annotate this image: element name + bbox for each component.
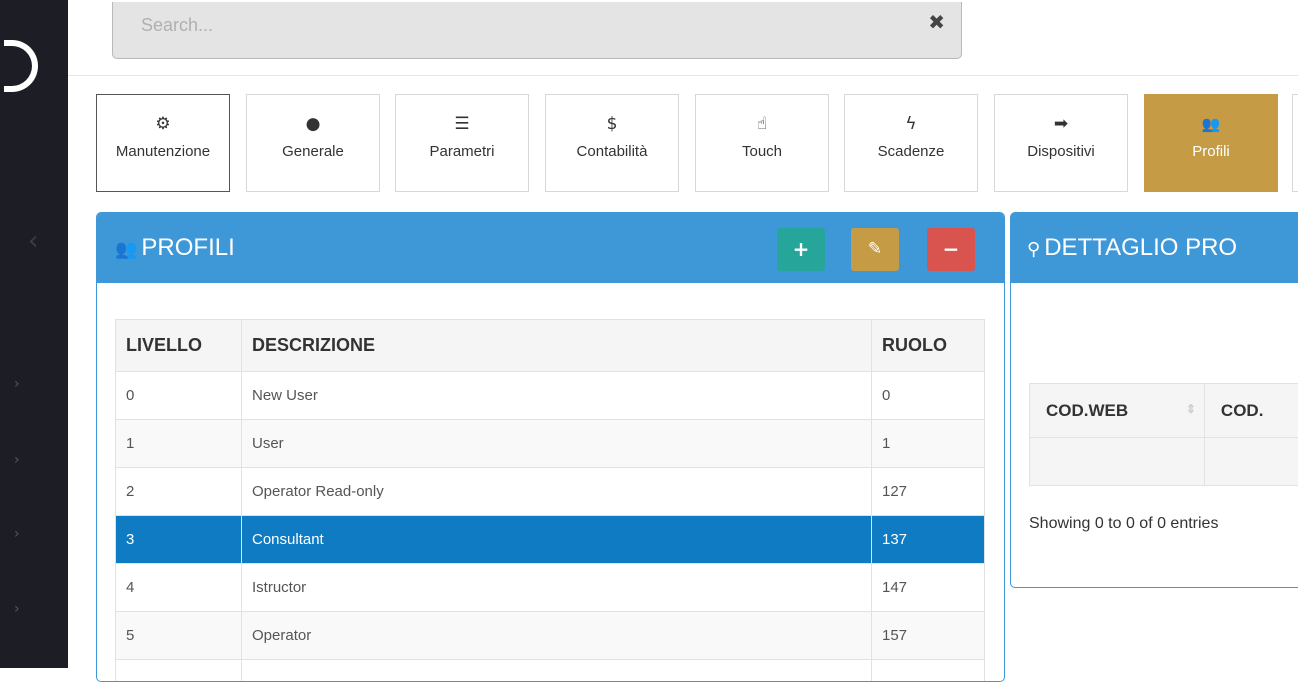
table-header-row: COD.WEB ⇕ COD. <box>1030 384 1298 438</box>
tab-manutenzione[interactable]: ⚙ Manutenzione <box>96 94 230 192</box>
cell-ruolo: 147 <box>872 564 985 612</box>
column-label: COD.WEB <box>1046 401 1128 420</box>
cell-descrizione: User <box>242 420 872 468</box>
chevron-right-icon[interactable]: › <box>14 376 20 392</box>
table-row[interactable]: 4 Istructor 147 <box>116 564 985 612</box>
hand-pointer-icon: ☝ <box>696 113 828 135</box>
tab-dispositivi[interactable]: ➡ Dispositivi <box>994 94 1128 192</box>
tab-label: Profili <box>1145 143 1277 160</box>
dollar-icon: $ <box>546 113 678 135</box>
cell-ruolo: 127 <box>872 468 985 516</box>
table-header-row: LIVELLO DESCRIZIONE RUOLO <box>116 320 985 372</box>
chevron-right-icon[interactable]: › <box>14 601 20 617</box>
search-bar: ✖ <box>112 2 962 59</box>
cell-livello: 2 <box>116 468 242 516</box>
sort-icon: ⇕ <box>1186 402 1196 416</box>
tab-label: Scadenze <box>845 143 977 160</box>
column-header-livello[interactable]: LIVELLO <box>116 320 242 372</box>
cell-empty <box>1030 438 1205 486</box>
cell-empty <box>1204 438 1298 486</box>
search-icon: ⚲ <box>1027 239 1040 260</box>
users-icon: 👥 <box>115 239 137 260</box>
tab-profili[interactable]: 👥 Profili <box>1144 94 1278 192</box>
tab-label: Contabilità <box>546 143 678 160</box>
panel-title: ⚲DETTAGLIO PRO <box>1027 234 1237 262</box>
bolt-icon: ϟ <box>845 113 977 135</box>
cell-livello: 0 <box>116 372 242 420</box>
tab-label: Touch <box>696 143 828 160</box>
users-icon: 👥 <box>1145 113 1277 135</box>
column-header-cod-web[interactable]: COD.WEB ⇕ <box>1030 384 1205 438</box>
dettaglio-table: COD.WEB ⇕ COD. <box>1029 383 1298 486</box>
tab-contabilita[interactable]: $ Contabilità <box>545 94 679 192</box>
cell-empty <box>872 660 985 682</box>
cell-livello: 5 <box>116 612 242 660</box>
table-row <box>1030 438 1298 486</box>
tab-scadenze[interactable]: ϟ Scadenze <box>844 94 978 192</box>
table-row[interactable]: 1 User 1 <box>116 420 985 468</box>
column-header-ruolo[interactable]: RUOLO <box>872 320 985 372</box>
cell-descrizione: Istructor <box>242 564 872 612</box>
table-row[interactable]: 0 New User 0 <box>116 372 985 420</box>
cell-ruolo: 1 <box>872 420 985 468</box>
profili-table: LIVELLO DESCRIZIONE RUOLO 0 New User 0 1… <box>115 319 985 682</box>
cell-descrizione: New User <box>242 372 872 420</box>
cell-ruolo: 0 <box>872 372 985 420</box>
cell-descrizione: Operator Read-only <box>242 468 872 516</box>
cell-descrizione: Consultant <box>242 516 872 564</box>
sidebar: ‹ › › › › <box>0 0 68 668</box>
cell-descrizione: Operator <box>242 612 872 660</box>
cogs-icon: ⚙ <box>97 113 229 135</box>
dettaglio-title: DETTAGLIO PRO <box>1044 234 1237 261</box>
sign-in-icon: ➡ <box>995 113 1127 135</box>
tab-label: Dispositivi <box>995 143 1127 160</box>
table-row[interactable] <box>116 660 985 682</box>
cell-livello: 4 <box>116 564 242 612</box>
chevron-left-icon[interactable]: ‹ <box>28 226 38 256</box>
add-button[interactable]: + <box>777 228 825 271</box>
logo <box>4 40 38 92</box>
divider <box>68 75 1298 76</box>
table-row-selected[interactable]: 3 Consultant 137 <box>116 516 985 564</box>
column-header-descrizione[interactable]: DESCRIZIONE <box>242 320 872 372</box>
table-row[interactable]: 2 Operator Read-only 127 <box>116 468 985 516</box>
panel-title: 👥PROFILI <box>115 234 235 262</box>
search-input[interactable] <box>141 12 841 38</box>
tab-parametri[interactable]: ☰ Parametri <box>395 94 529 192</box>
cell-livello: 1 <box>116 420 242 468</box>
table-info: Showing 0 to 0 of 0 entries <box>1029 515 1218 533</box>
table-row[interactable]: 5 Operator 157 <box>116 612 985 660</box>
globe-icon: ● <box>247 113 379 135</box>
list-icon: ☰ <box>396 113 528 135</box>
profili-panel: 👥PROFILI + ✎ − LIVELLO DESCRIZIONE RUOLO… <box>96 212 1005 682</box>
tab-touch[interactable]: ☝ Touch <box>695 94 829 192</box>
tab-label: Generale <box>247 143 379 160</box>
cell-empty <box>116 660 242 682</box>
profili-title: PROFILI <box>141 234 234 261</box>
chevron-right-icon[interactable]: › <box>14 526 20 542</box>
cell-livello: 3 <box>116 516 242 564</box>
chevron-right-icon[interactable]: › <box>14 452 20 468</box>
cell-ruolo: 157 <box>872 612 985 660</box>
tab-next[interactable] <box>1292 94 1298 192</box>
close-icon[interactable]: ✖ <box>928 10 945 34</box>
edit-button[interactable]: ✎ <box>851 228 899 271</box>
cell-ruolo: 137 <box>872 516 985 564</box>
tab-label: Parametri <box>396 143 528 160</box>
profili-panel-header: 👥PROFILI + ✎ − <box>97 213 1004 283</box>
tab-generale[interactable]: ● Generale <box>246 94 380 192</box>
dettaglio-panel: ⚲DETTAGLIO PRO COD.WEB ⇕ COD. Showing 0 … <box>1010 212 1298 588</box>
cell-empty <box>242 660 872 682</box>
column-header-cod[interactable]: COD. <box>1204 384 1298 438</box>
remove-button[interactable]: − <box>927 228 975 271</box>
dettaglio-panel-header: ⚲DETTAGLIO PRO <box>1011 213 1298 283</box>
tab-label: Manutenzione <box>97 143 229 160</box>
